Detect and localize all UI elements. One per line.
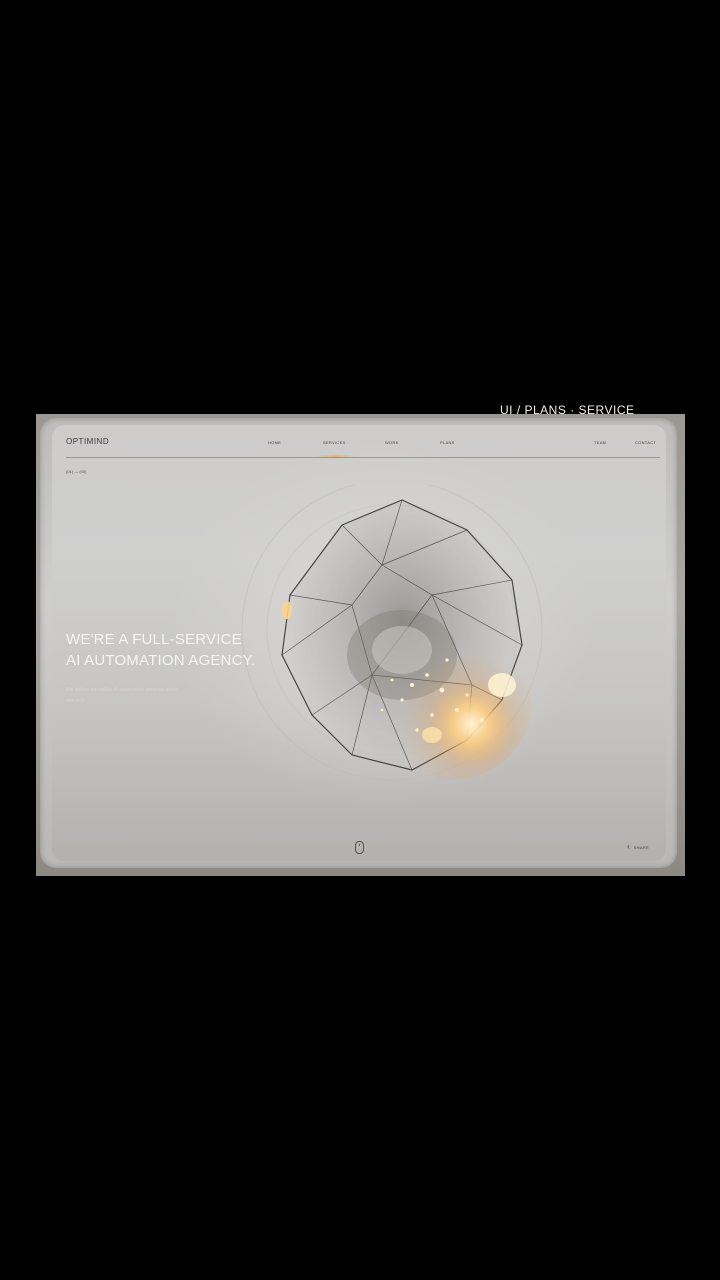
nav-divider [66,457,660,458]
nav-services[interactable]: SERVICES [323,440,346,445]
hero-subtitle: We deliver incredible AI automation serv… [66,687,179,704]
nav-work[interactable]: WORK [385,440,399,445]
nav-team[interactable]: TEAM [594,440,606,445]
mouse-scroll-icon[interactable] [355,841,364,854]
website-page: OPTIMIND HOME SERVICES WORK PLANS TEAM C… [52,425,666,861]
hero-line-1: WE'RE A FULL-SERVICE [66,631,242,648]
particle-orb-graphic [241,485,543,781]
device-frame: OPTIMIND HOME SERVICES WORK PLANS TEAM C… [40,418,677,868]
share-icon: ‹ [627,842,630,851]
overlay-caption: UI / PLANS · SERVICE [500,403,635,414]
nav-contact[interactable]: CONTACT [635,440,656,445]
hero-line-2: AI AUTOMATION AGENCY. [66,652,256,669]
nav-home[interactable]: HOME [268,440,281,445]
section-counter: (01) — (05) [66,469,87,474]
device-screenshot: OPTIMIND HOME SERVICES WORK PLANS TEAM C… [36,414,685,876]
site-logo[interactable]: OPTIMIND [66,437,109,446]
share-button[interactable]: ‹ SHARE [627,843,649,851]
nav-plans[interactable]: PLANS [440,440,455,445]
share-label: SHARE [633,844,649,850]
hero-headline: WE'RE A FULL-SERVICE AI AUTOMATION AGENC… [66,629,255,671]
